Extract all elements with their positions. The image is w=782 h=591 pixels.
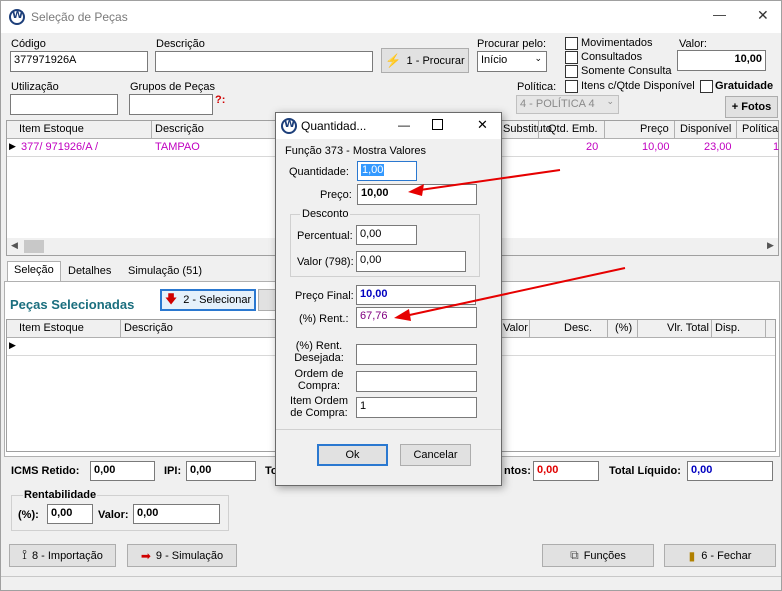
annotation-arrows	[394, 169, 626, 321]
arrow-annotation-icon	[394, 267, 626, 321]
arrow-annotation-icon	[408, 169, 561, 196]
